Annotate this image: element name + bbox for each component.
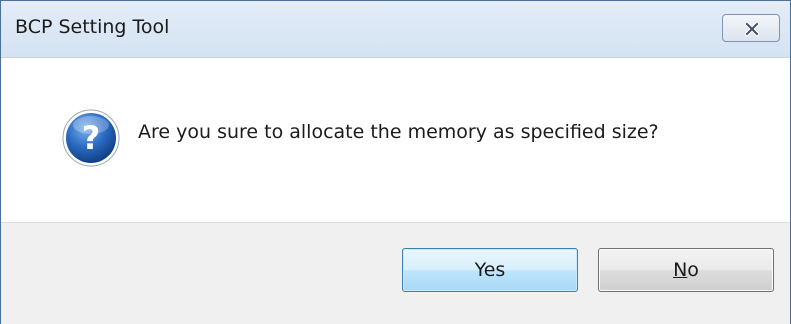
svg-text:?: ? [82, 119, 101, 157]
no-button[interactable]: No [598, 248, 774, 292]
question-icon: ? [62, 109, 120, 167]
close-icon [744, 21, 760, 37]
yes-button[interactable]: Yes [402, 248, 578, 292]
no-button-mnemonic: N [673, 259, 688, 281]
window-title: BCP Setting Tool [15, 16, 170, 38]
message-dialog: BCP Setting Tool ? Are you sure to alloc… [0, 0, 791, 324]
no-button-label-rest: o [687, 259, 699, 281]
message-text: Are you sure to allocate the memory as s… [138, 121, 659, 143]
message-area: ? Are you sure to allocate the memory as… [1, 58, 790, 222]
button-bar: Yes No [1, 222, 790, 324]
yes-button-label: Yes [474, 259, 506, 281]
no-button-label: No [673, 259, 699, 281]
close-button[interactable] [722, 14, 780, 42]
title-bar[interactable]: BCP Setting Tool [1, 1, 790, 58]
